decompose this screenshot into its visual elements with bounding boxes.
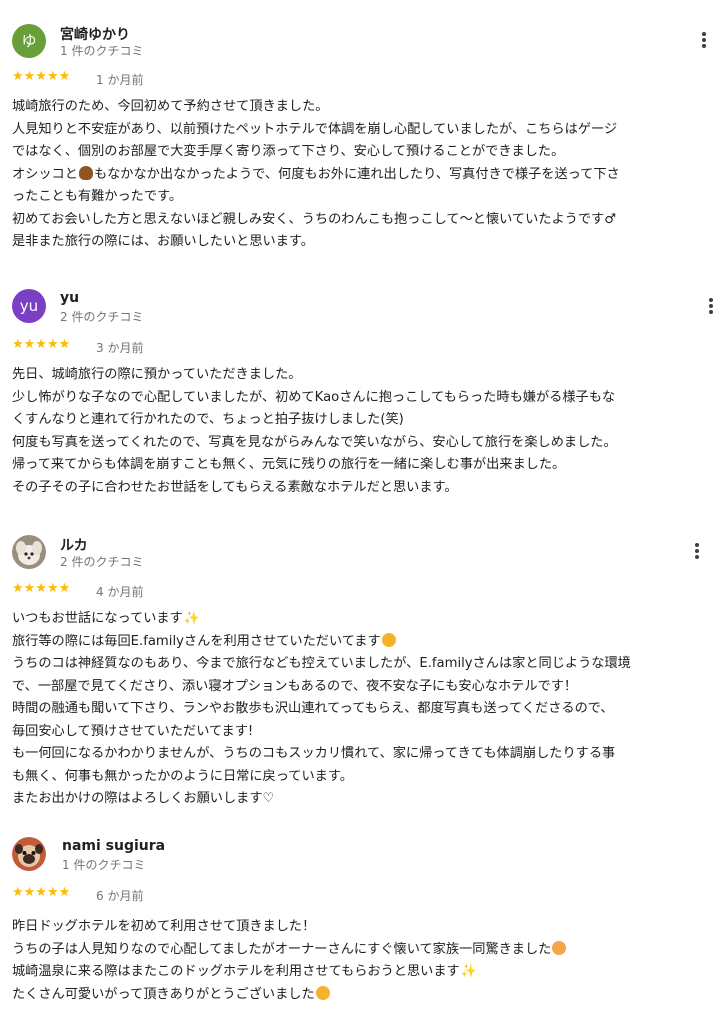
review-date: 4 か月前 [96,585,144,599]
review-text: 先日、城崎旅行の際に預かっていただきました。 少し怖がりな子なので心配していまし… [12,367,617,495]
dog-photo-icon [12,535,46,569]
poop-emoji-icon [78,165,93,180]
star-rating: ★★★★★ [12,885,71,900]
review-count: 1 件のクチコミ [62,858,146,872]
review-date: 6 か月前 [96,889,144,903]
review-count: 2 件のクチコミ [60,555,144,569]
flushed-emoji-icon [552,940,567,955]
more-options-icon[interactable] [687,541,707,565]
review-text: 昨日ドッグホテルを初めて利用させて頂きました！ うちの子は人見知りなので心配して… [12,916,717,1006]
pug-photo-icon [12,837,46,871]
reviewer-name[interactable]: yu [60,290,79,306]
star-rating: ★★★★★ [12,69,71,84]
avatar[interactable] [12,535,46,569]
more-options-icon[interactable] [701,296,721,320]
reviewer-name[interactable]: nami sugiura [62,838,165,854]
reviewer-name[interactable]: ルカ [60,535,88,555]
avatar[interactable]: ゆ [12,24,46,58]
smile-emoji-icon [381,632,396,647]
reviewer-name[interactable]: 宮崎ゆかり [60,24,130,44]
smile-emoji-icon [315,985,330,1000]
review-count: 1 件のクチコミ [60,44,144,58]
avatar[interactable] [12,837,46,871]
star-rating: ★★★★★ [12,337,71,352]
review-date: 3 か月前 [96,341,144,355]
review-count: 2 件のクチコミ [60,310,144,324]
review-date: 1 か月前 [96,73,144,87]
review-text: いつもお世話になっています✨ 旅行等の際には毎回E.familyさんを利用させて… [12,608,717,811]
star-rating: ★★★★★ [12,581,71,596]
review-text: 城崎旅行のため、今回初めて予約させて頂きました。 人見知りと不安症があり、以前預… [12,99,620,249]
sparkles-emoji-icon: ✨ [183,611,200,626]
sparkles-emoji-icon: ✨ [460,964,477,979]
avatar[interactable]: yu [12,289,46,323]
more-options-icon[interactable] [694,30,714,54]
